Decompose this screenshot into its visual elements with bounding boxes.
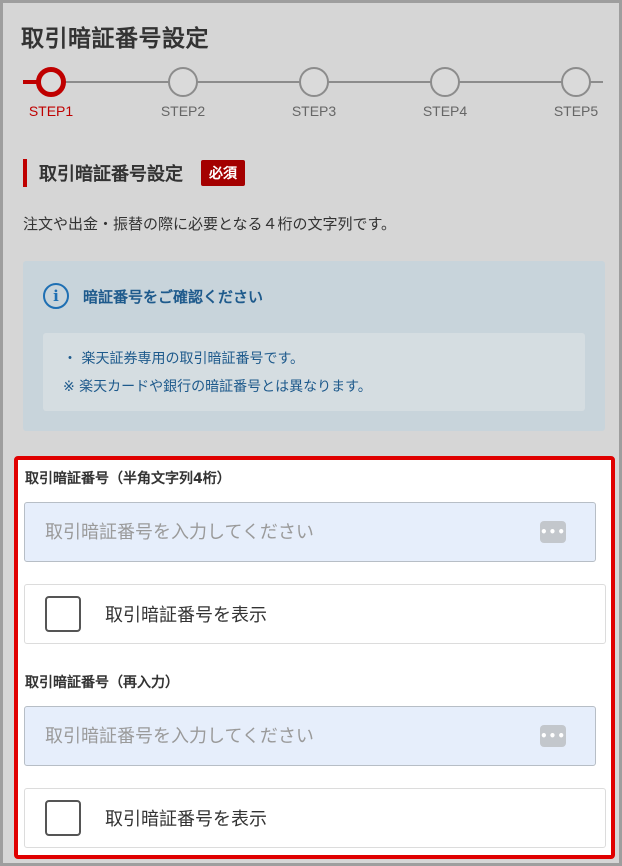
section-heading: 取引暗証番号設定 必須 xyxy=(23,159,245,187)
section-description: 注文や出金・振替の際に必要となる４桁の文字列です。 xyxy=(23,215,397,233)
section-heading-text: 取引暗証番号設定 xyxy=(39,164,183,185)
show-pin-toggle[interactable]: 取引暗証番号を表示 xyxy=(24,584,606,644)
info-icon: i xyxy=(43,283,69,309)
show-pin-confirm-toggle[interactable]: 取引暗証番号を表示 xyxy=(24,788,606,848)
show-pin-checkbox[interactable] xyxy=(45,596,81,632)
step-3-label: STEP3 xyxy=(291,103,337,119)
required-badge: 必須 xyxy=(201,160,245,186)
step-4: STEP4 xyxy=(405,67,485,119)
app-frame: 取引暗証番号設定 STEP1 STEP2 STEP3 STEP4 STEP5 取… xyxy=(0,0,622,866)
show-pin-confirm-checkbox[interactable] xyxy=(45,800,81,836)
info-note-2: ※ 楽天カードや銀行の暗証番号とは異なります。 xyxy=(63,379,372,395)
dots-icon[interactable]: ••• xyxy=(540,521,566,543)
page-title: 取引暗証番号設定 xyxy=(21,26,209,52)
step-5: STEP5 xyxy=(536,67,616,119)
info-title-row: i 暗証番号をご確認ください xyxy=(43,283,263,309)
step-2-circle xyxy=(168,67,198,97)
pin-confirm-input[interactable] xyxy=(24,706,596,766)
pin-confirm-label: 取引暗証番号（再入力） xyxy=(25,675,179,691)
dots-icon[interactable]: ••• xyxy=(540,725,566,747)
step-1-label: STEP1 xyxy=(28,103,74,119)
step-3-circle xyxy=(299,67,329,97)
info-box: i 暗証番号をご確認ください ・ 楽天証券専用の取引暗証番号です。 ※ 楽天カー… xyxy=(23,261,605,431)
step-2: STEP2 xyxy=(143,67,223,119)
pin-field-label: 取引暗証番号（半角文字列4桁） xyxy=(25,471,231,487)
pin-form: 取引暗証番号（半角文字列4桁） ••• 取引暗証番号を表示 取引暗証番号（再入力… xyxy=(14,456,615,859)
step-5-label: STEP5 xyxy=(553,103,599,119)
step-4-label: STEP4 xyxy=(422,103,468,119)
step-2-label: STEP2 xyxy=(160,103,206,119)
info-notes: ・ 楽天証券専用の取引暗証番号です。 ※ 楽天カードや銀行の暗証番号とは異なりま… xyxy=(43,333,585,411)
show-pin-confirm-label: 取引暗証番号を表示 xyxy=(105,809,267,830)
info-title: 暗証番号をご確認ください xyxy=(83,287,264,306)
step-3: STEP3 xyxy=(274,67,354,119)
stepper: STEP1 STEP2 STEP3 STEP4 STEP5 xyxy=(3,67,619,127)
step-5-circle xyxy=(561,67,591,97)
step-4-circle xyxy=(430,67,460,97)
info-note-1: ・ 楽天証券専用の取引暗証番号です。 xyxy=(63,351,305,367)
step-1: STEP1 xyxy=(11,67,91,119)
show-pin-label: 取引暗証番号を表示 xyxy=(105,605,267,626)
pin-input[interactable] xyxy=(24,502,596,562)
step-1-circle xyxy=(36,67,66,97)
